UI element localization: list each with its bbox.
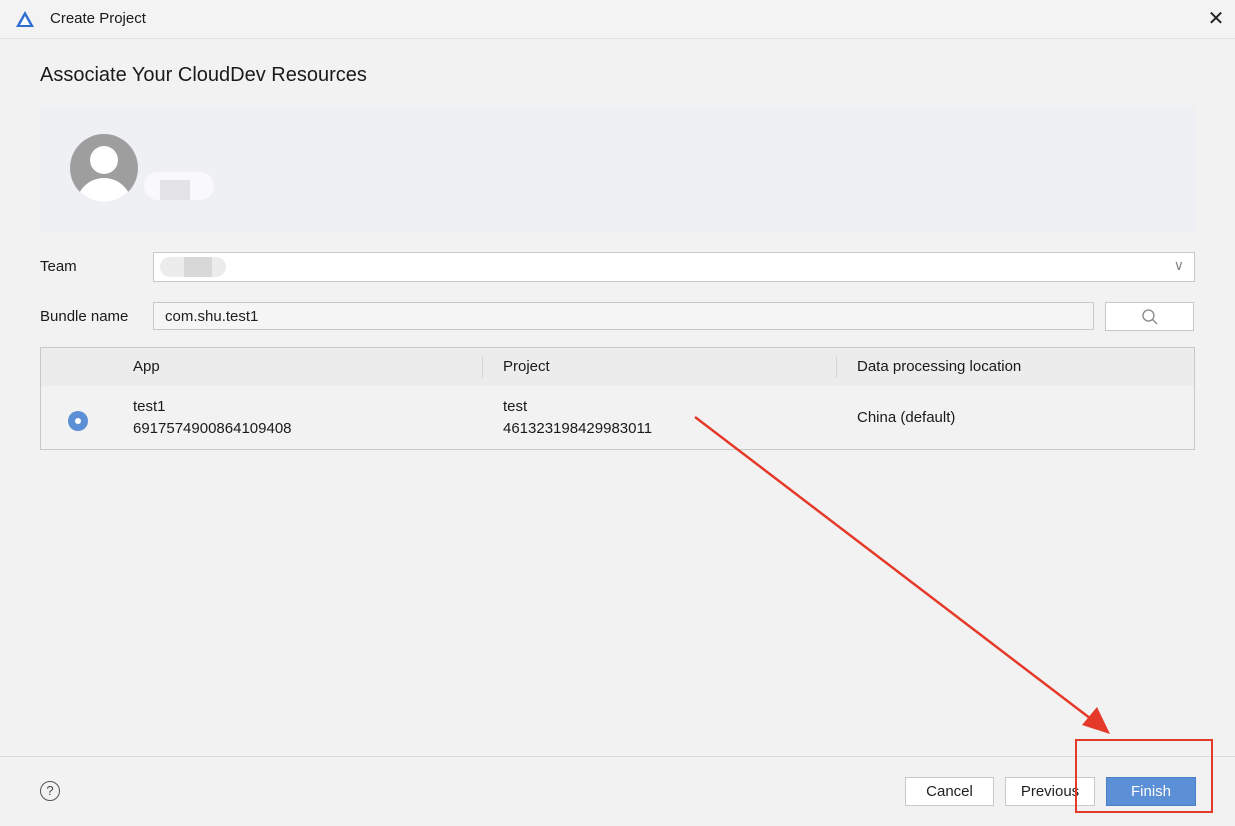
bundle-name-label: Bundle name bbox=[40, 308, 129, 325]
cancel-button[interactable]: Cancel bbox=[905, 777, 994, 806]
search-icon bbox=[1142, 309, 1158, 325]
project-name: test bbox=[503, 398, 528, 415]
deveco-logo-icon bbox=[16, 11, 34, 27]
page-heading: Associate Your CloudDev Resources bbox=[40, 64, 367, 86]
column-header-project: Project bbox=[503, 358, 550, 375]
footer-divider bbox=[0, 756, 1235, 757]
row-radio-button[interactable] bbox=[68, 411, 88, 431]
column-header-app: App bbox=[133, 358, 160, 375]
close-icon[interactable]: ✕ bbox=[1203, 6, 1229, 32]
table-row[interactable]: test1 6917574900864109408 test 461323198… bbox=[41, 386, 1194, 449]
table-header: App Project Data processing location bbox=[41, 348, 1194, 386]
column-header-location: Data processing location bbox=[857, 358, 1022, 375]
team-select[interactable]: ∨ bbox=[153, 252, 1195, 282]
team-label: Team bbox=[40, 258, 77, 275]
avatar bbox=[70, 134, 138, 202]
help-icon[interactable]: ? bbox=[40, 781, 60, 801]
app-id: 6917574900864109408 bbox=[133, 420, 292, 437]
window-title: Create Project bbox=[50, 10, 146, 27]
search-button[interactable] bbox=[1105, 302, 1194, 331]
resources-table: App Project Data processing location tes… bbox=[40, 347, 1195, 450]
data-location: China (default) bbox=[857, 409, 956, 426]
annotation-highlight-box bbox=[1075, 739, 1213, 813]
chevron-down-icon: ∨ bbox=[1173, 257, 1184, 273]
app-name: test1 bbox=[133, 398, 166, 415]
account-panel bbox=[40, 106, 1195, 232]
title-bar: Create Project ✕ bbox=[0, 0, 1235, 39]
bundle-name-field[interactable]: com.shu.test1 bbox=[153, 302, 1094, 330]
project-id: 461323198429983011 bbox=[503, 420, 653, 437]
